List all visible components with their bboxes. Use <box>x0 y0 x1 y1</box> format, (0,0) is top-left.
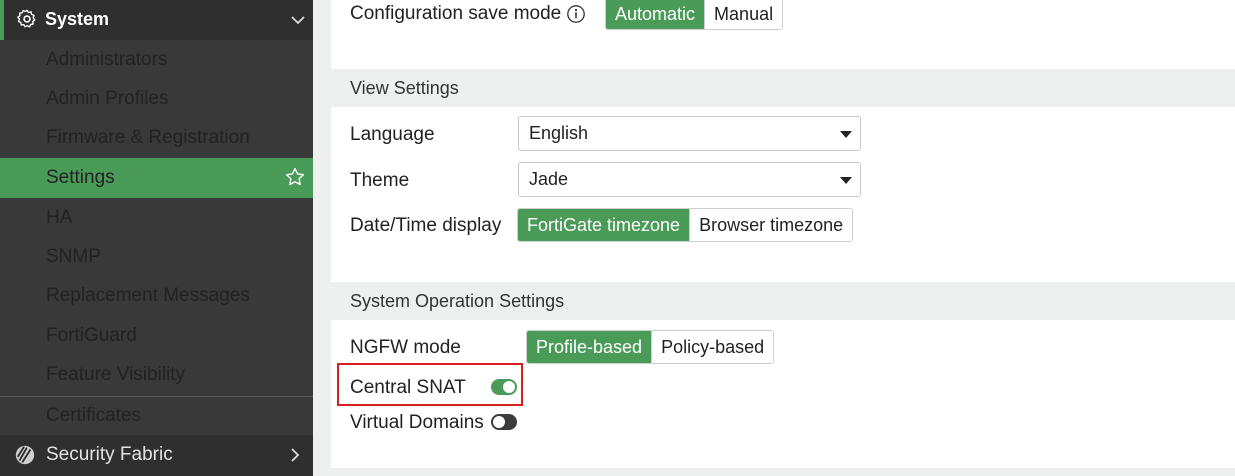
sidebar-item-certificates[interactable]: Certificates <box>0 396 313 436</box>
profile-based-option[interactable]: Profile-based <box>527 331 652 363</box>
policy-based-option[interactable]: Policy-based <box>651 331 773 363</box>
section-footer <box>331 468 1235 476</box>
central-snat-label: Central SNAT <box>350 377 466 398</box>
ngfw-mode-toggle: Profile-based Policy-based <box>526 330 775 364</box>
fortigate-timezone-option[interactable]: FortiGate timezone <box>518 209 690 241</box>
sidebar-item-label: Settings <box>46 167 115 188</box>
language-value: English <box>529 123 589 143</box>
system-operation-header: System Operation Settings <box>331 282 1235 320</box>
caret-down-icon <box>840 177 852 184</box>
sidebar-item-label: Firmware & Registration <box>46 127 250 148</box>
view-settings-header: View Settings <box>331 69 1235 107</box>
info-icon[interactable] <box>566 4 586 24</box>
sidebar-item-label: Replacement Messages <box>46 285 250 306</box>
virtual-domains-label: Virtual Domains <box>350 412 484 433</box>
sidebar-section-security-fabric[interactable]: Security Fabric <box>0 435 313 476</box>
datetime-display-toggle: FortiGate timezone Browser timezone <box>517 208 854 242</box>
sidebar-item-settings[interactable]: Settings <box>0 158 313 198</box>
sidebar-item-snmp[interactable]: SNMP <box>0 237 313 277</box>
sidebar-item-label: FortiGuard <box>46 325 137 346</box>
section-title: System Operation Settings <box>350 291 565 311</box>
sidebar-item-firmware-registration[interactable]: Firmware & Registration <box>0 118 313 158</box>
caret-down-icon <box>840 131 852 138</box>
browser-timezone-option[interactable]: Browser timezone <box>689 209 852 241</box>
sidebar-item-fortiguard[interactable]: FortiGuard <box>0 316 313 356</box>
chevron-down-icon[interactable] <box>290 12 306 28</box>
sidebar-section-title: System <box>45 9 110 29</box>
language-select[interactable]: English <box>518 116 861 151</box>
chevron-right-icon[interactable] <box>287 447 303 463</box>
sidebar-section-system[interactable]: System <box>0 0 313 40</box>
datetime-display-label: Date/Time display <box>350 215 502 236</box>
content-gutter <box>313 0 331 476</box>
config-save-mode-label: Configuration save mode <box>350 3 562 24</box>
sidebar-item-label: Certificates <box>46 405 142 426</box>
section-title: View Settings <box>350 78 459 98</box>
sidebar-item-label: HA <box>46 207 73 228</box>
config-save-mode-toggle: Automatic Manual <box>605 0 784 30</box>
gear-icon <box>17 9 36 28</box>
settings-panel: Configuration save mode Automatic Manual… <box>331 0 1235 476</box>
sidebar-item-label: SNMP <box>46 246 101 267</box>
sidebar-item-admin-profiles[interactable]: Admin Profiles <box>0 79 313 119</box>
theme-label: Theme <box>350 170 410 191</box>
sidebar-item-ha[interactable]: HA <box>0 198 313 238</box>
theme-value: Jade <box>529 169 569 189</box>
config-save-automatic-option[interactable]: Automatic <box>606 0 705 29</box>
sidebar-item-replacement-messages[interactable]: Replacement Messages <box>0 276 313 316</box>
sidebar: System Administrators Admin Profiles Fir… <box>0 0 313 476</box>
sidebar-section-label: Security Fabric <box>46 444 173 465</box>
sidebar-item-feature-visibility[interactable]: Feature Visibility <box>0 355 313 395</box>
ngfw-mode-label: NGFW mode <box>350 337 461 358</box>
sidebar-item-label: Admin Profiles <box>46 88 169 109</box>
virtual-domains-switch[interactable] <box>491 414 517 430</box>
star-icon[interactable] <box>284 166 306 188</box>
config-save-manual-option[interactable]: Manual <box>704 0 782 29</box>
theme-select[interactable]: Jade <box>518 162 861 197</box>
central-snat-switch[interactable] <box>491 379 517 395</box>
security-fabric-icon <box>15 445 35 465</box>
language-label: Language <box>350 124 435 145</box>
sidebar-item-label: Feature Visibility <box>46 364 186 385</box>
sidebar-item-administrators[interactable]: Administrators <box>0 40 313 80</box>
sidebar-item-label: Administrators <box>46 49 168 70</box>
